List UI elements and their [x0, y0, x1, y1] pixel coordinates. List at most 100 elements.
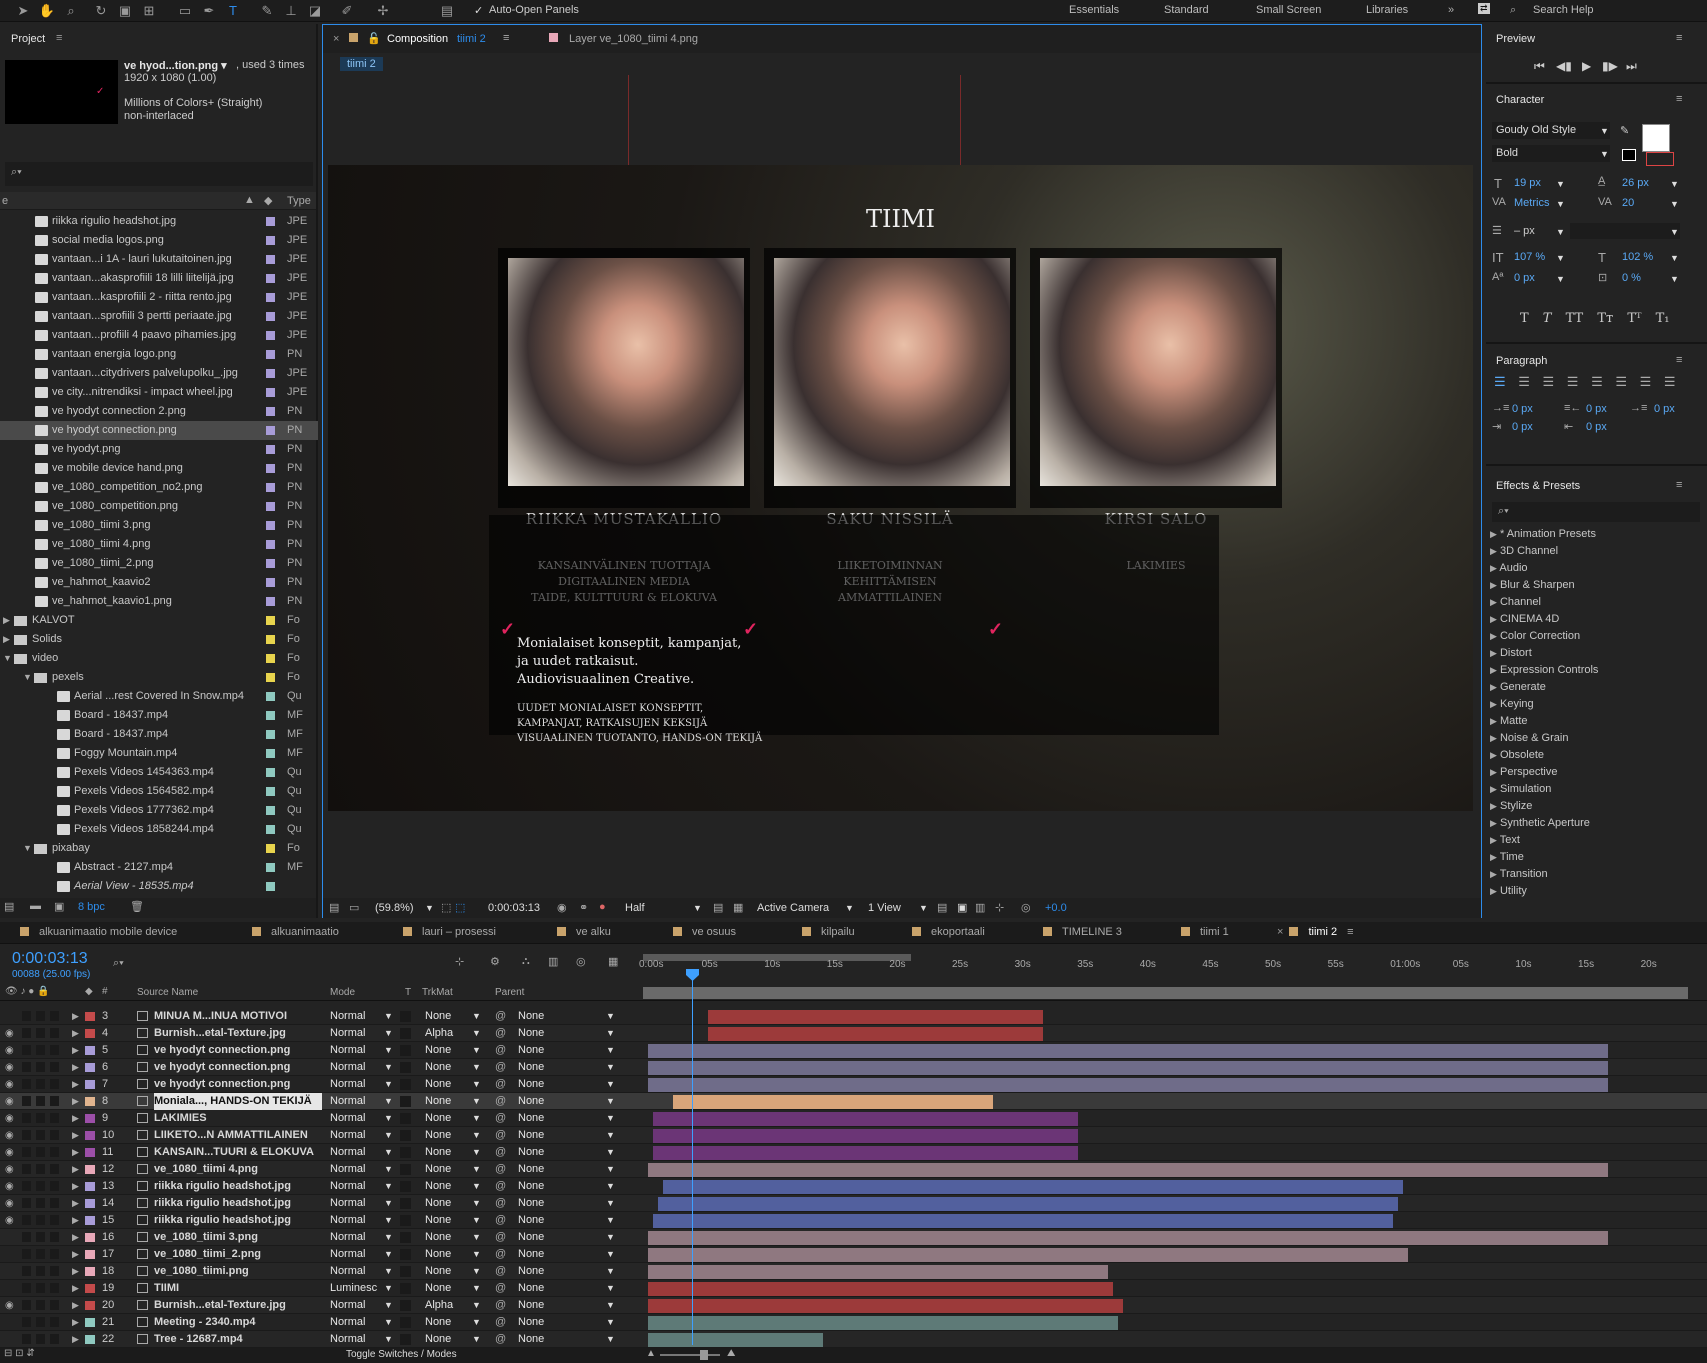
expand-arrow-icon[interactable]: ▶ — [72, 1127, 79, 1144]
audio-toggle[interactable] — [22, 1028, 31, 1038]
effects-category[interactable]: ▶ Blur & Sharpen — [1490, 577, 1700, 594]
pick-whip-icon[interactable]: @ — [495, 1212, 506, 1229]
expand-arrow-open-icon[interactable]: ▼ — [3, 649, 12, 668]
solo-toggle[interactable] — [36, 1283, 45, 1293]
layer-label-swatch[interactable] — [85, 1097, 95, 1106]
lock-toggle[interactable] — [50, 1045, 59, 1055]
solo-toggle[interactable] — [36, 1079, 45, 1089]
timeline-tab[interactable]: × tiimi 2 ≡ — [1277, 926, 1354, 938]
layer-row[interactable]: ◉ ▶ 5 ve hyodyt connection.png Normal ▼ None ▼ @… — [0, 1042, 1707, 1059]
zoom-tool-icon[interactable]: ⌕ — [62, 2, 80, 20]
preserve-transparency-toggle[interactable] — [400, 1232, 411, 1243]
project-item[interactable]: vantaan...akasprofiili 18 lilli liitelij… — [0, 269, 318, 288]
layer-label-swatch[interactable] — [85, 1148, 95, 1157]
project-item[interactable]: ve hyodyt.png PN — [0, 440, 318, 459]
lock-toggle[interactable] — [50, 1249, 59, 1259]
layer-name[interactable]: ve_1080_tiimi.png — [154, 1263, 322, 1280]
stroke-width-value[interactable]: – px — [1514, 225, 1535, 237]
project-item[interactable]: Aerial View - 18535.mp4 — [0, 877, 318, 896]
eye-off-icon[interactable] — [5, 1008, 8, 1025]
layer-trkmat-select[interactable]: None — [425, 1314, 451, 1331]
layer-parent-select[interactable]: None — [518, 1008, 544, 1025]
preserve-transparency-toggle[interactable] — [400, 1334, 411, 1345]
project-item[interactable]: ▶ Solids Fo — [0, 630, 318, 649]
layer-name[interactable]: ve hyodyt connection.png — [154, 1042, 322, 1059]
layer-trkmat-select[interactable]: None — [425, 1246, 451, 1263]
effects-category[interactable]: ▶ Matte — [1490, 713, 1700, 730]
workspace-libraries[interactable]: Libraries — [1366, 4, 1408, 16]
tsume-value[interactable]: 0 % — [1622, 272, 1641, 284]
pick-whip-icon[interactable]: @ — [495, 1144, 506, 1161]
audio-toggle[interactable] — [22, 1334, 31, 1344]
eye-icon[interactable]: ◉ — [5, 1059, 14, 1076]
label-color-swatch[interactable] — [266, 882, 275, 891]
preserve-transparency-toggle[interactable] — [400, 1011, 411, 1022]
project-item[interactable]: Board - 18437.mp4 MF — [0, 706, 318, 725]
label-color-swatch[interactable] — [266, 578, 275, 587]
expand-arrow-icon[interactable]: ▶ — [3, 611, 10, 630]
pick-whip-icon[interactable]: @ — [495, 1127, 506, 1144]
project-item[interactable]: ve_hahmot_kaavio1.png PN — [0, 592, 318, 611]
alignment-buttons[interactable]: ☰ ☰ ☰ ☰ ☰ ☰ ☰ ☰ — [1494, 374, 1676, 390]
eye-icon[interactable]: ◉ — [5, 1178, 14, 1195]
auto-open-checkbox[interactable]: ✓ — [474, 4, 483, 17]
layer-mode-select[interactable]: Normal — [330, 1195, 365, 1212]
layer-parent-select[interactable]: None — [518, 1161, 544, 1178]
font-style-select[interactable]: Bold — [1492, 145, 1610, 162]
exposure-icon[interactable]: ◎ — [1021, 901, 1031, 914]
type-column-header[interactable]: Type — [287, 195, 311, 207]
eye-off-icon[interactable] — [5, 1246, 8, 1263]
layer-parent-select[interactable]: None — [518, 1178, 544, 1195]
eyedropper-icon[interactable]: ✎ — [1620, 124, 1629, 137]
layer-row[interactable]: ▶ 19 TIIMI Luminesc ▼ None ▼ @ None ▼ — [0, 1280, 1707, 1297]
trash-icon[interactable]: 🗑 — [130, 900, 144, 913]
tab-menu-icon[interactable]: ≡ — [1347, 926, 1353, 938]
layer-parent-select[interactable]: None — [518, 1110, 544, 1127]
playhead-line[interactable] — [692, 975, 693, 1345]
layer-duration-bar[interactable] — [648, 1299, 1123, 1313]
layer-name[interactable]: ve_1080_tiimi 4.png — [154, 1161, 322, 1178]
solo-toggle[interactable] — [36, 1266, 45, 1276]
label-color-swatch[interactable] — [266, 540, 275, 549]
new-comp-icon[interactable]: ▣ — [54, 900, 64, 913]
preserve-transparency-toggle[interactable] — [400, 1130, 411, 1141]
project-search-input[interactable]: ⌕▾ — [5, 162, 313, 186]
preserve-transparency-toggle[interactable] — [400, 1283, 411, 1294]
label-color-swatch[interactable] — [266, 426, 275, 435]
layer-duration-bar[interactable] — [648, 1231, 1608, 1245]
expand-arrow-icon[interactable]: ▶ — [72, 1025, 79, 1042]
layer-parent-select[interactable]: None — [518, 1144, 544, 1161]
timeline-tab[interactable]: kilpailu — [802, 926, 855, 938]
layer-mode-select[interactable]: Normal — [330, 1127, 365, 1144]
eye-icon[interactable]: ◉ — [5, 1127, 14, 1144]
lock-toggle[interactable] — [50, 1113, 59, 1123]
preserve-transparency-toggle[interactable] — [400, 1113, 411, 1124]
layer-parent-select[interactable]: None — [518, 1025, 544, 1042]
effects-category[interactable]: ▶ Synthetic Aperture — [1490, 815, 1700, 832]
layer-row[interactable]: ◉ ▶ 6 ve hyodyt connection.png Normal ▼ None ▼ @… — [0, 1059, 1707, 1076]
prev-frame-icon[interactable]: ◀▮ — [1556, 59, 1572, 73]
effects-category[interactable]: ▶ Color Correction — [1490, 628, 1700, 645]
layer-parent-select[interactable]: None — [518, 1229, 544, 1246]
trkmat-header[interactable]: TrkMat — [422, 987, 453, 998]
effects-category[interactable]: ▶ * Animation Presets — [1490, 526, 1700, 543]
project-item[interactable]: social media logos.png JPE — [0, 231, 318, 250]
panel-menu-icon[interactable]: ≡ — [1676, 32, 1682, 44]
preserve-transparency-toggle[interactable] — [400, 1317, 411, 1328]
comp-mini-flowchart-icon[interactable]: ⊹ — [455, 955, 464, 968]
project-item[interactable]: Pexels Videos 1858244.mp4 Qu — [0, 820, 318, 839]
lock-toggle[interactable] — [50, 1028, 59, 1038]
expand-arrow-icon[interactable]: ▶ — [72, 1059, 79, 1076]
source-name-header[interactable]: Source Name — [137, 987, 198, 998]
layer-duration-bar[interactable] — [653, 1214, 1393, 1228]
layer-name[interactable]: riikka rigulio headshot.jpg — [154, 1178, 322, 1195]
camera-tool-icon[interactable]: ▣ — [116, 2, 134, 20]
project-item[interactable]: Foggy Mountain.mp4 MF — [0, 744, 318, 763]
layer-name[interactable]: Burnish...etal-Texture.jpg — [154, 1297, 322, 1314]
layer-trkmat-select[interactable]: None — [425, 1127, 451, 1144]
layer-duration-bar[interactable] — [653, 1112, 1078, 1126]
monitor-icon[interactable]: ▭ — [349, 901, 359, 914]
project-item[interactable]: ▼ pixabay Fo — [0, 839, 318, 858]
expand-arrow-icon[interactable]: ▶ — [72, 1042, 79, 1059]
effects-category[interactable]: ▶ Noise & Grain — [1490, 730, 1700, 747]
